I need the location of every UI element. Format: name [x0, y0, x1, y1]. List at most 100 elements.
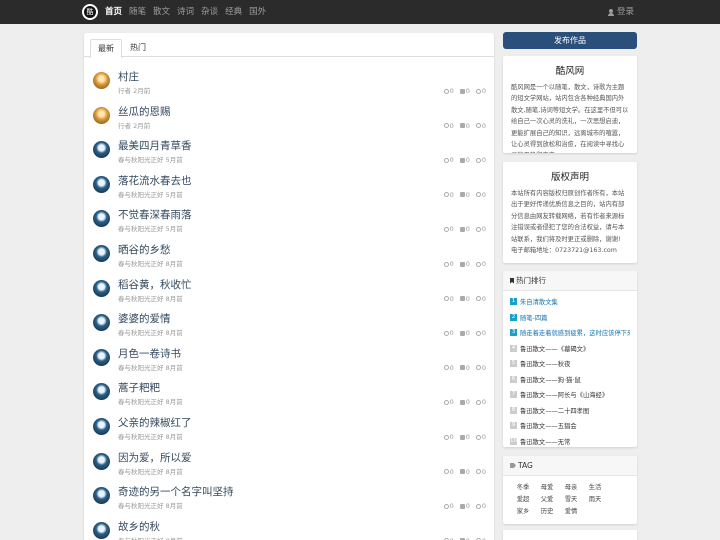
post-author[interactable]: 春与秋阳光正好 [118, 468, 164, 476]
author-avatar[interactable] [93, 521, 110, 539]
post-row[interactable]: 丝瓜的恩赐 行者 2月前 0 0 0 [84, 103, 494, 137]
login-link[interactable]: 登录 [607, 0, 634, 24]
post-title[interactable]: 故乡的秋 [118, 519, 160, 534]
post-author[interactable]: 春与秋阳光正好 [118, 191, 164, 199]
post-author[interactable]: 春与秋阳光正好 [118, 364, 164, 372]
post-author[interactable]: 行者 [118, 87, 131, 95]
post-row[interactable]: 故乡的秋 春与秋阳光正好 8月前 0 0 0 [84, 518, 494, 540]
tag-link[interactable]: 爱超 [512, 494, 534, 506]
post-author[interactable]: 春与秋阳光正好 [118, 502, 164, 510]
tag-link[interactable]: 母爱 [536, 482, 558, 494]
hot-ranking-item[interactable]: 1 朱自清散文集 [510, 294, 630, 310]
post-row[interactable]: 父亲的辣椒红了 春与秋阳光正好 8月前 0 0 0 [84, 414, 494, 448]
post-title[interactable]: 落花流水春去也 [118, 173, 192, 188]
author-avatar[interactable] [93, 245, 110, 262]
author-avatar[interactable] [93, 175, 110, 193]
post-author[interactable]: 行者 [118, 122, 131, 130]
author-avatar[interactable] [93, 279, 110, 297]
author-avatar[interactable] [93, 72, 110, 89]
nav-foreign[interactable]: 国外 [249, 0, 266, 24]
post-author[interactable]: 春与秋阳光正好 [118, 260, 164, 268]
post-row[interactable]: 落花流水春去也 春与秋阳光正好 5月前 0 0 0 [84, 172, 494, 206]
post-author[interactable]: 春与秋阳光正好 [118, 156, 164, 164]
nav-essay[interactable]: 随笔 [129, 0, 146, 24]
tag-link[interactable]: 生活 [584, 482, 606, 494]
author-avatar[interactable] [93, 210, 110, 228]
hot-ranking-item[interactable]: 2 随笔-四篇 [510, 310, 630, 326]
tab-latest[interactable]: 最新 [90, 39, 122, 58]
post-title[interactable]: 稻谷黄，秋收忙 [118, 277, 192, 292]
nav-poetry[interactable]: 诗词 [177, 0, 194, 24]
like-count[interactable]: 0 [459, 191, 470, 199]
post-title[interactable]: 不觉春深春雨落 [118, 207, 192, 222]
post-row[interactable]: 村庄 行者 2月前 0 0 0 [84, 68, 494, 102]
post-row[interactable]: 晒谷的乡愁 春与秋阳光正好 8月前 0 0 0 [84, 241, 494, 275]
author-avatar[interactable] [93, 383, 110, 401]
post-row[interactable]: 稻谷黄，秋收忙 春与秋阳光正好 8月前 0 0 0 [84, 276, 494, 310]
hot-ranking-item[interactable]: 6 鲁迅散文——狗·猫·鼠 [510, 372, 630, 388]
post-author[interactable]: 春与秋阳光正好 [118, 225, 164, 233]
tag-link[interactable]: 父爱 [536, 494, 558, 506]
like-count[interactable]: 0 [459, 260, 470, 268]
hot-ranking-item[interactable]: 4 鲁迅散文——《墓碣文》 [510, 341, 630, 357]
post-row[interactable]: 婆婆的爱情 春与秋阳光正好 8月前 0 0 0 [84, 310, 494, 344]
tab-hot[interactable]: 热门 [122, 38, 154, 57]
post-row[interactable]: 月色一卷诗书 春与秋阳光正好 8月前 0 0 0 [84, 345, 494, 379]
like-count[interactable]: 0 [459, 295, 470, 303]
tag-link[interactable]: 历史 [536, 506, 558, 518]
post-title[interactable]: 村庄 [118, 69, 139, 84]
like-count[interactable]: 0 [459, 329, 470, 337]
post-title[interactable]: 婆婆的爱情 [118, 311, 171, 326]
post-author[interactable]: 春与秋阳光正好 [118, 295, 164, 303]
hot-ranking-item[interactable]: 3 随走着走着就感到疲累，这时应该停下来 [510, 325, 630, 341]
hot-ranking-item[interactable]: 9 鲁迅散文——五猖会 [510, 418, 630, 434]
post-row[interactable]: 蒿子粑粑 春与秋阳光正好 8月前 0 0 0 [84, 379, 494, 413]
hot-ranking-item[interactable]: 5 鲁迅散文——秋夜 [510, 356, 630, 372]
post-row[interactable]: 奇迹的另一个名字叫坚持 春与秋阳光正好 8月前 0 0 0 [84, 483, 494, 517]
author-avatar[interactable] [93, 452, 110, 470]
post-row[interactable]: 最美四月青草香 春与秋阳光正好 5月前 0 0 0 [84, 137, 494, 171]
tag-link[interactable]: 母亲 [560, 482, 582, 494]
hot-ranking-item[interactable]: 10 鲁迅散文——无常 [510, 434, 630, 448]
like-count[interactable]: 0 [459, 398, 470, 406]
post-title[interactable]: 父亲的辣椒红了 [118, 415, 192, 430]
publish-button[interactable]: 发布作品 [503, 32, 637, 49]
nav-classic[interactable]: 经典 [225, 0, 242, 24]
post-title[interactable]: 月色一卷诗书 [118, 346, 181, 361]
author-avatar[interactable] [93, 106, 110, 124]
like-count[interactable]: 0 [459, 122, 470, 130]
post-author[interactable]: 春与秋阳光正好 [118, 398, 164, 406]
like-count[interactable]: 0 [459, 156, 470, 164]
like-count[interactable]: 0 [459, 468, 470, 476]
nav-prose[interactable]: 散文 [153, 0, 170, 24]
nav-home[interactable]: 首页 [105, 0, 122, 24]
post-title[interactable]: 丝瓜的恩赐 [118, 104, 171, 119]
post-author[interactable]: 春与秋阳光正好 [118, 329, 164, 337]
post-title[interactable]: 奇迹的另一个名字叫坚持 [118, 484, 234, 499]
author-avatar[interactable] [93, 487, 110, 505]
author-avatar[interactable] [93, 418, 110, 435]
like-count[interactable]: 0 [459, 225, 470, 233]
tag-link[interactable]: 雨天 [584, 494, 606, 506]
like-count[interactable]: 0 [459, 87, 470, 95]
hot-ranking-item[interactable]: 8 鲁迅散文——二十四孝图 [510, 403, 630, 419]
like-count[interactable]: 0 [459, 433, 470, 441]
post-row[interactable]: 不觉春深春雨落 春与秋阳光正好 5月前 0 0 0 [84, 206, 494, 240]
tag-link[interactable]: 爱情 [560, 506, 582, 518]
post-row[interactable]: 因为爱，所以爱 春与秋阳光正好 8月前 0 0 0 [84, 449, 494, 483]
author-avatar[interactable] [93, 314, 110, 332]
author-avatar[interactable] [93, 348, 110, 366]
nav-misc[interactable]: 杂谈 [201, 0, 218, 24]
post-title[interactable]: 最美四月青草香 [118, 138, 192, 153]
tag-link[interactable]: 雪天 [560, 494, 582, 506]
like-count[interactable]: 0 [459, 364, 470, 372]
tag-link[interactable]: 冬季 [512, 482, 534, 494]
tag-link[interactable]: 家乡 [512, 506, 534, 518]
post-title[interactable]: 因为爱，所以爱 [118, 450, 192, 465]
post-author[interactable]: 春与秋阳光正好 [118, 433, 164, 441]
hot-ranking-item[interactable]: 7 鲁迅散文——阿长与《山海经》 [510, 387, 630, 403]
site-logo[interactable]: 酷 [82, 4, 98, 20]
post-title[interactable]: 晒谷的乡愁 [118, 242, 171, 257]
author-avatar[interactable] [93, 141, 110, 159]
post-title[interactable]: 蒿子粑粑 [118, 380, 160, 395]
